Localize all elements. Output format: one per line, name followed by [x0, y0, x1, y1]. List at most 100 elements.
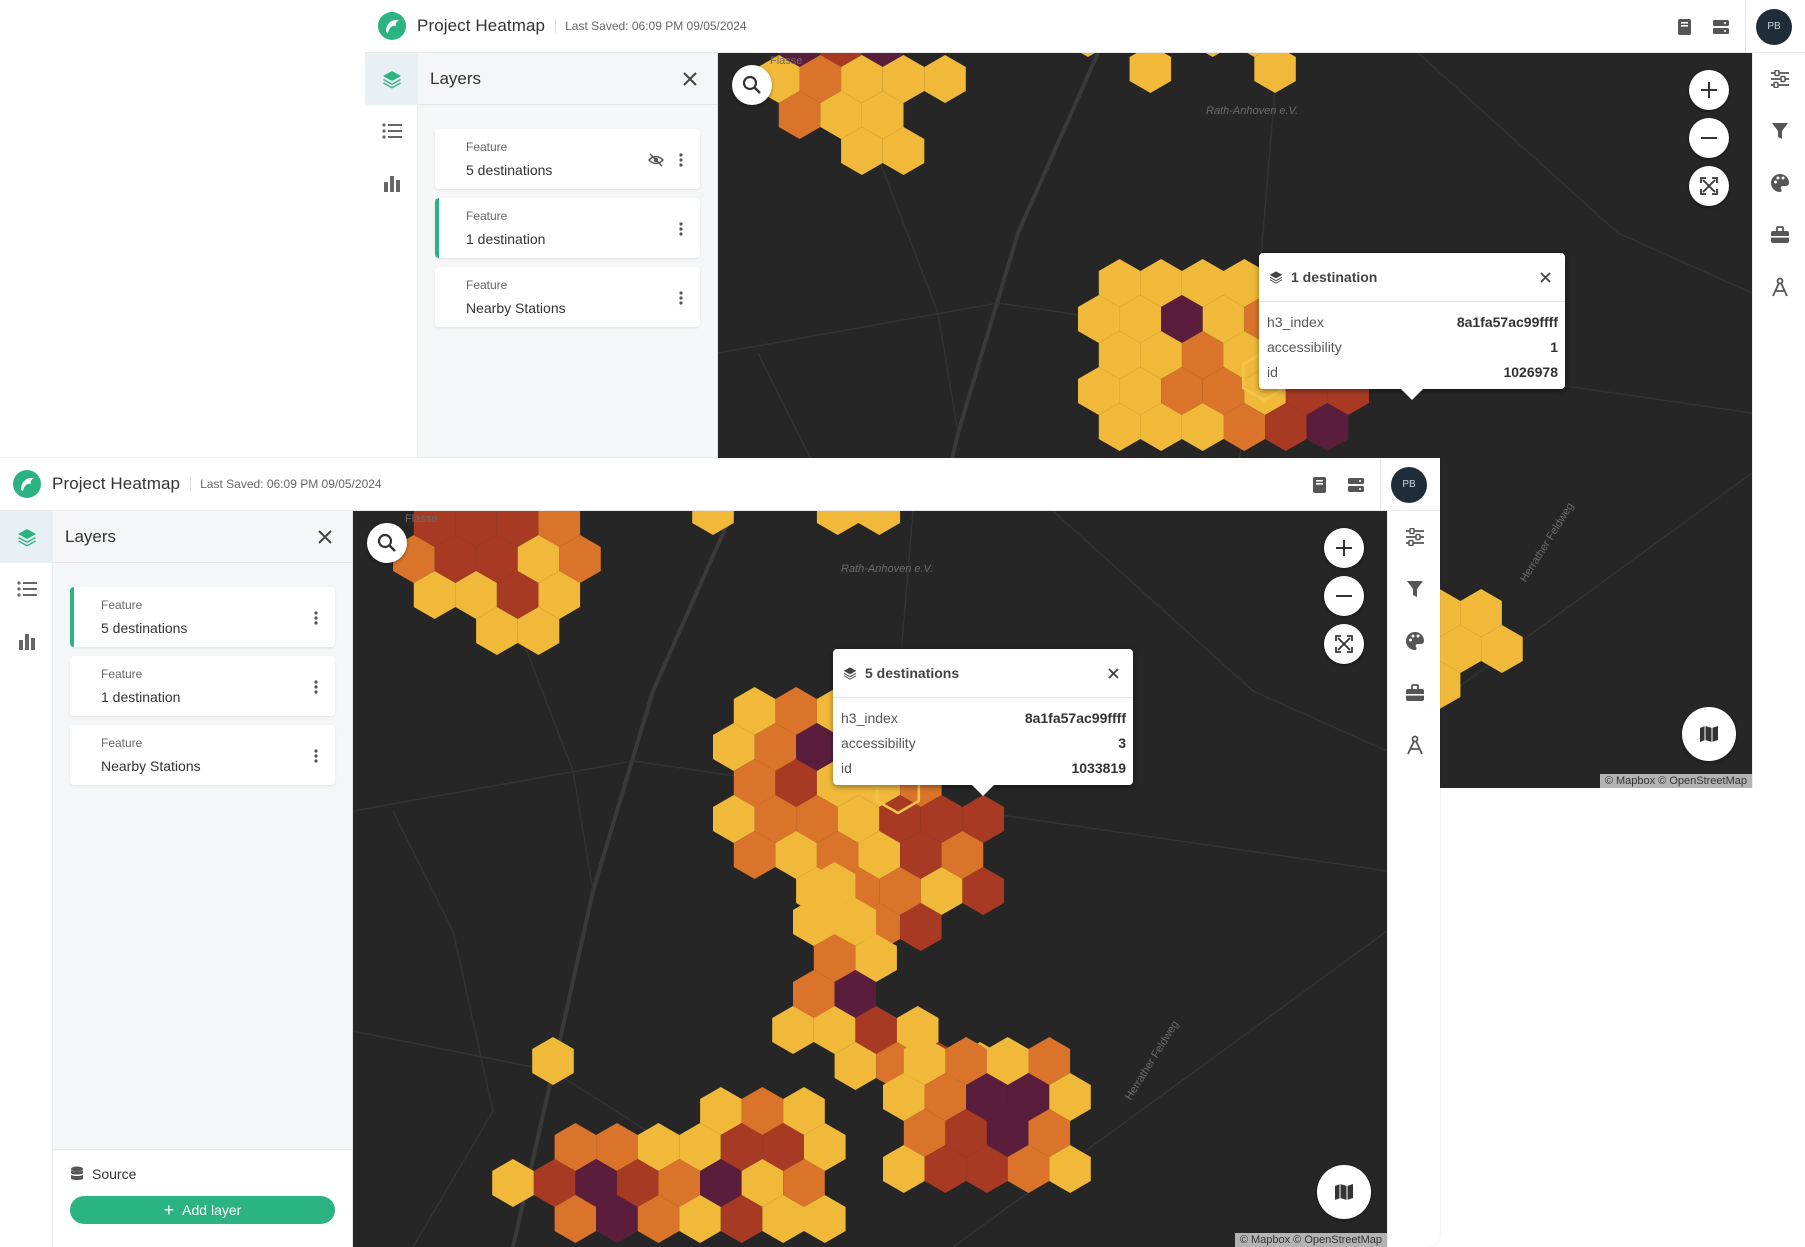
book-icon[interactable] [1302, 467, 1338, 503]
minus-icon[interactable] [1324, 576, 1364, 616]
list-icon[interactable] [365, 105, 418, 157]
last-saved: Last Saved: 06:09 PM 09/05/2024 [190, 477, 382, 491]
heat-hexagon [1081, 53, 1095, 57]
popup-pointer [1400, 388, 1424, 400]
layers-panel: Layers Feature 5 destinations Feature 1 … [53, 511, 353, 1247]
layer-card[interactable]: Feature 5 destinations [435, 129, 700, 189]
map-icon[interactable] [1682, 707, 1736, 761]
plus-icon[interactable] [1324, 528, 1364, 568]
right-rail [1387, 511, 1440, 1247]
close-icon[interactable] [1099, 659, 1127, 687]
layers-icon[interactable] [365, 53, 418, 105]
sliders-icon[interactable] [1388, 511, 1440, 563]
search-icon[interactable] [732, 65, 772, 105]
search-icon[interactable] [367, 523, 407, 563]
layers-icon[interactable] [0, 511, 53, 563]
panel-footer: Source + Add layer [53, 1149, 352, 1247]
feature-popup: 1 destination h3_index 8a1fa57ac99ffff ac… [1259, 253, 1565, 400]
heat-hexagon [924, 55, 966, 103]
map-canvas[interactable]: Flasse Rath-Anhoven e.V. Herrather Feldw… [353, 511, 1387, 1247]
toolbox-icon[interactable] [1388, 667, 1440, 719]
layer-name: Nearby Stations [101, 758, 201, 774]
layer-type: Feature [101, 598, 143, 612]
row-value: 1033819 [1071, 759, 1126, 776]
map-icon[interactable] [1317, 1165, 1371, 1219]
popup-row: accessibility 1 [1267, 334, 1558, 359]
server-icon[interactable] [1703, 9, 1739, 45]
toolbox-icon[interactable] [1753, 209, 1805, 261]
row-value: 3 [1118, 734, 1126, 751]
close-icon[interactable] [310, 522, 340, 552]
app-header: Project Heatmap Last Saved: 06:09 PM 09/… [0, 458, 1440, 511]
kebab-icon[interactable] [672, 218, 690, 240]
front-window: Project Heatmap Last Saved: 06:09 PM 09/… [0, 458, 1440, 1247]
layer-card[interactable]: Feature 1 destination [435, 198, 700, 258]
left-rail [0, 511, 53, 1247]
palette-icon[interactable] [1753, 157, 1805, 209]
feature-popup: 5 destinations h3_index 8a1fa57ac99ffff a… [833, 649, 1133, 796]
popup-title: 1 destination [1291, 269, 1378, 285]
row-key: accessibility [841, 734, 916, 751]
plus-icon: + [163, 1200, 175, 1220]
plus-icon[interactable] [1689, 70, 1729, 110]
row-value: 1 [1550, 338, 1558, 355]
kebab-icon[interactable] [307, 676, 325, 698]
heat-hexagon [532, 1037, 574, 1085]
layer-card[interactable]: Feature 5 destinations [70, 587, 335, 647]
fullscreen-icon[interactable] [1324, 624, 1364, 664]
row-key: id [1267, 363, 1278, 380]
sliders-icon[interactable] [1753, 53, 1805, 105]
add-layer-label: Add layer [182, 1202, 242, 1218]
kebab-icon[interactable] [307, 745, 325, 767]
row-key: h3_index [1267, 313, 1324, 330]
layer-name: 5 destinations [101, 620, 188, 636]
filter-icon[interactable] [1753, 105, 1805, 157]
kebab-icon[interactable] [672, 287, 690, 309]
last-saved: Last Saved: 06:09 PM 09/05/2024 [555, 19, 747, 33]
close-icon[interactable] [1531, 263, 1559, 291]
basemap [353, 511, 1387, 1247]
layer-type: Feature [466, 209, 508, 223]
compass-icon[interactable] [1753, 261, 1805, 313]
panel-title: Layers [65, 526, 117, 546]
layer-name: Nearby Stations [466, 300, 566, 316]
row-key: id [841, 759, 852, 776]
layer-card[interactable]: Feature Nearby Stations [435, 267, 700, 327]
kebab-icon[interactable] [672, 149, 690, 171]
fullscreen-icon[interactable] [1689, 166, 1729, 206]
heat-hexagon [1129, 53, 1172, 93]
avatar[interactable]: PB [1391, 466, 1427, 503]
book-icon[interactable] [1667, 9, 1703, 45]
layer-card[interactable]: Feature Nearby Stations [70, 725, 335, 785]
compass-icon[interactable] [1388, 719, 1440, 771]
filter-icon[interactable] [1388, 563, 1440, 615]
source-row[interactable]: Source [70, 1166, 335, 1182]
layer-name: 1 destination [466, 231, 546, 247]
row-key: accessibility [1267, 338, 1342, 355]
chart-icon[interactable] [0, 615, 53, 667]
chart-icon[interactable] [365, 157, 418, 209]
right-rail [1752, 53, 1805, 788]
popup-title: 5 destinations [865, 665, 960, 681]
popup-row: h3_index 8a1fa57ac99ffff [841, 705, 1126, 730]
add-layer-button[interactable]: + Add layer [70, 1196, 335, 1224]
avatar[interactable]: PB [1756, 8, 1792, 45]
minus-icon[interactable] [1689, 118, 1729, 158]
map-attribution[interactable]: © Mapbox © OpenStreetMap [1234, 1233, 1387, 1247]
eye-off-icon[interactable] [646, 150, 666, 170]
map-label: Flasse [770, 55, 803, 67]
palette-icon[interactable] [1388, 615, 1440, 667]
heat-hexagon [858, 511, 901, 535]
heat-hexagon [1205, 53, 1220, 57]
server-icon[interactable] [1338, 467, 1374, 503]
list-icon[interactable] [0, 563, 53, 615]
kebab-icon[interactable] [307, 607, 325, 629]
heat-hexagon [492, 1159, 534, 1207]
heat-hexagon [1254, 53, 1296, 93]
header-divider [1380, 458, 1381, 511]
layers-icon [1269, 271, 1283, 284]
project-title: Project Heatmap [52, 474, 181, 493]
map-attribution[interactable]: © Mapbox © OpenStreetMap [1599, 774, 1752, 788]
close-icon[interactable] [675, 64, 705, 94]
layer-card[interactable]: Feature 1 destination [70, 656, 335, 716]
